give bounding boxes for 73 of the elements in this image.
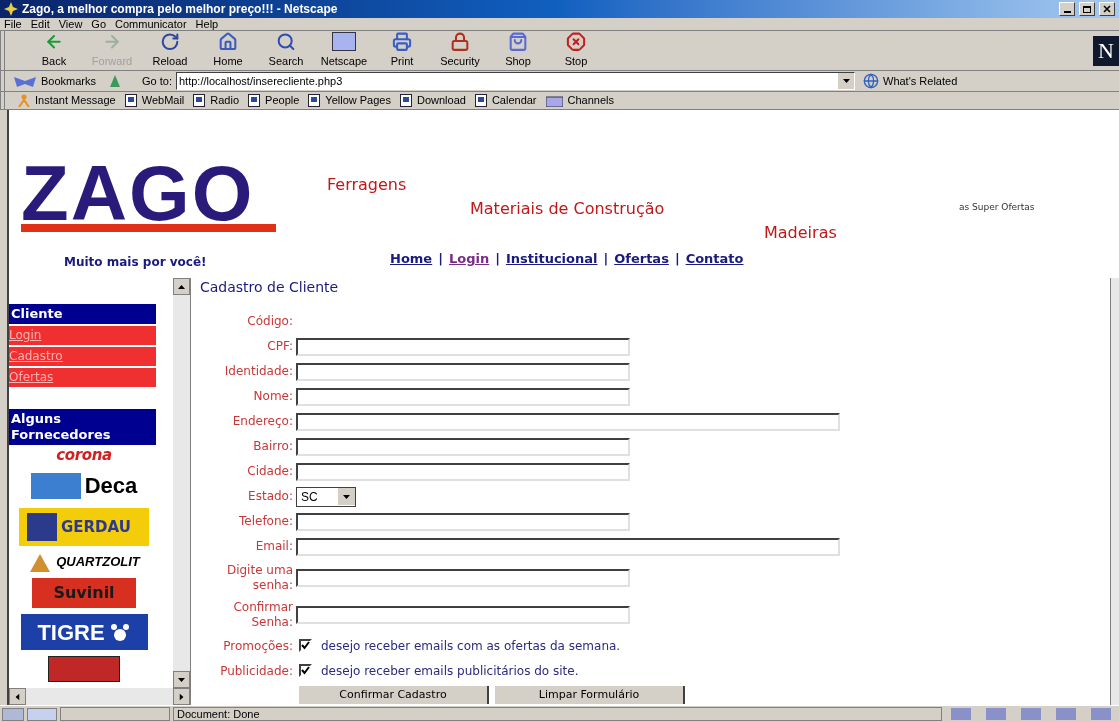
nav-separator: | xyxy=(495,250,500,268)
field-label: Código: xyxy=(246,314,294,329)
nav-separator: | xyxy=(603,250,609,268)
nav-link[interactable]: Home xyxy=(390,249,433,269)
supplier-logo[interactable]: TIGRE xyxy=(20,614,148,650)
toolbar-button[interactable]: Stop xyxy=(547,31,605,70)
nav-separator: | xyxy=(438,250,443,268)
form-title: Cadastro de Cliente xyxy=(200,279,340,295)
window-title: Zago, a melhor compra pelo melhor preço!!! - Netscape xyxy=(22,1,338,18)
bookmarks-button[interactable]: Bookmarks xyxy=(41,72,97,90)
field-label: Telefone: xyxy=(238,514,294,529)
netscape-throbber[interactable]: N xyxy=(1093,35,1119,66)
checkbox-text: desejo receber emails com as ofertas da semana. xyxy=(321,637,621,655)
field-label: Identidade: xyxy=(223,364,294,379)
supplier-logo[interactable]: Suvinil xyxy=(32,578,136,608)
tagline: Madeiras xyxy=(764,222,837,244)
toolbar-button[interactable]: Print xyxy=(373,31,431,70)
slogan: Muito mais por você! xyxy=(64,254,208,271)
personal-toolbar-item[interactable]: Radio xyxy=(193,92,240,109)
form-button[interactable]: Confirmar Cadastro xyxy=(299,686,489,704)
nav-link[interactable]: Login xyxy=(448,249,490,269)
personal-toolbar-item[interactable]: People xyxy=(248,92,300,109)
state-select[interactable]: SC xyxy=(296,486,356,507)
whats-related-button[interactable]: What's Related xyxy=(883,72,958,90)
toolbar-button[interactable]: Reload xyxy=(141,31,199,70)
personal-toolbar-item[interactable]: WebMail xyxy=(124,92,185,109)
nav-link[interactable]: Ofertas xyxy=(614,249,669,269)
status-text: Document: Done xyxy=(173,707,942,721)
zago-logo[interactable]: ZAGO xyxy=(21,162,276,232)
menu-item[interactable]: Communicator xyxy=(115,18,187,30)
field-label: CPF: xyxy=(266,339,294,354)
supplier-logo[interactable]: Deca xyxy=(30,469,138,502)
menu-item[interactable]: Help xyxy=(195,18,219,30)
goto-label: Go to: xyxy=(142,73,172,89)
toolbar-button[interactable]: Search xyxy=(257,31,315,70)
personal-toolbar-item[interactable]: Calendar xyxy=(474,92,537,109)
field-label: Estado: xyxy=(247,489,294,504)
toolbar-button[interactable]: Netscape xyxy=(315,31,373,70)
field-label: Endereço: xyxy=(231,414,294,429)
menu-item[interactable]: File xyxy=(4,18,22,30)
field-label: Promoções: xyxy=(222,637,294,655)
supplier-logo[interactable]: QUARTZOLIT xyxy=(28,552,140,572)
tagline: Materiais de Construção xyxy=(470,198,665,220)
nav-link[interactable]: Contato xyxy=(685,249,744,269)
field-label: Digite uma senha: xyxy=(225,562,294,593)
tagline: Ferragens xyxy=(327,174,407,196)
field-label: Email: xyxy=(254,539,294,554)
personal-toolbar-item[interactable]: Instant Message xyxy=(18,92,116,109)
field-label: Confirmar Senha: xyxy=(232,599,294,630)
nav-link[interactable]: Institucional xyxy=(505,249,598,269)
toolbar-button[interactable]: Home xyxy=(199,31,257,70)
field-label: Bairro: xyxy=(252,439,294,454)
menu-item[interactable]: Edit xyxy=(30,18,50,30)
personal-toolbar-item[interactable]: Yellow Pages xyxy=(308,92,391,109)
personal-toolbar-item[interactable]: Download xyxy=(399,92,466,109)
checkbox-text: desejo receber emails publicitários do site. xyxy=(321,662,579,680)
banner-text: as Super Ofertas xyxy=(959,201,1035,214)
location-field[interactable]: http://localhost/inserecliente.php3 xyxy=(176,72,855,90)
sidebar-heading: Alguns Fornecedores xyxy=(9,409,156,445)
menu-item[interactable]: Go xyxy=(91,18,107,30)
field-label: Publicidade: xyxy=(219,662,294,680)
field-label: Cidade: xyxy=(246,464,294,479)
sidebar-heading: Cliente xyxy=(9,304,156,324)
supplier-logo[interactable]: GERDAU xyxy=(19,508,149,546)
toolbar-button[interactable]: Back xyxy=(25,31,83,70)
menu-item[interactable]: View xyxy=(58,18,83,30)
toolbar-button[interactable]: Security xyxy=(431,31,489,70)
form-button[interactable]: Limpar Formulário xyxy=(495,686,685,704)
field-label: Nome: xyxy=(252,389,294,404)
supplier-logo[interactable]: corona xyxy=(56,447,112,463)
personal-toolbar-item[interactable]: Channels xyxy=(545,92,614,109)
nav-separator: | xyxy=(674,250,680,268)
toolbar-button[interactable]: Shop xyxy=(489,31,547,70)
